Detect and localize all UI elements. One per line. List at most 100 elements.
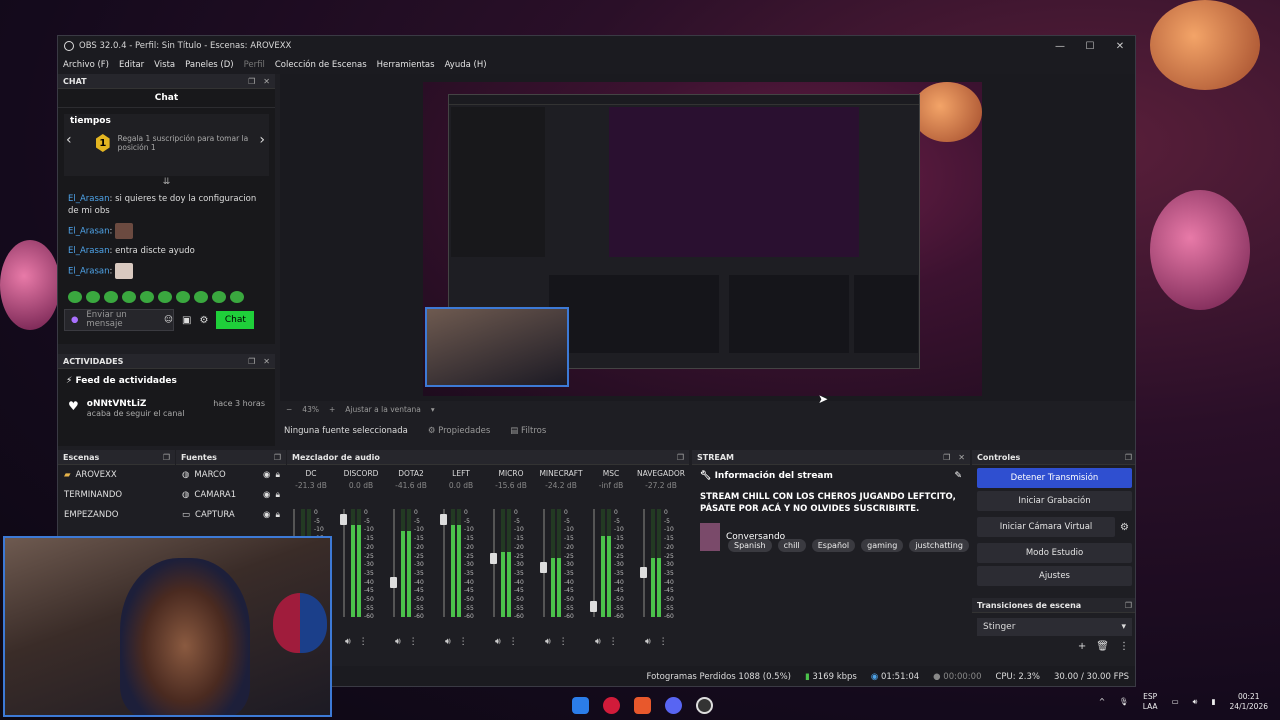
discord-icon[interactable] (665, 696, 682, 714)
fader-handle[interactable] (540, 562, 547, 574)
microphone-icon[interactable]: 🎙︎ (1119, 697, 1129, 707)
menu-vista[interactable]: Vista (154, 60, 175, 70)
fader-handle[interactable] (490, 552, 497, 564)
volume-fader[interactable] (640, 509, 647, 617)
tag[interactable]: Spanish (728, 539, 772, 552)
zoom-in-icon[interactable]: + (329, 405, 335, 414)
chevron-down-icon[interactable]: ▾ (431, 405, 435, 414)
zoom-out-icon[interactable]: − (286, 405, 292, 414)
float-icon[interactable]: ❐ (1125, 453, 1132, 462)
tag[interactable]: chill (777, 539, 806, 552)
youtube-icon[interactable] (603, 696, 620, 714)
menu-coleccion[interactable]: Colección de Escenas (275, 60, 367, 70)
menu-perfil[interactable]: Perfil (244, 60, 265, 70)
volume-fader[interactable] (390, 509, 397, 617)
volume-fader[interactable] (490, 509, 497, 617)
scroll-down-icon[interactable]: ⇊ (58, 177, 275, 187)
start-recording-button[interactable]: Iniciar Grabación (977, 491, 1132, 511)
emote-icon[interactable] (212, 291, 226, 303)
scene-item[interactable]: ▰ AROVEXX (58, 465, 175, 485)
lock-icon[interactable]: 🔒︎ (275, 470, 280, 480)
more-icon[interactable]: ⋮ (359, 637, 368, 647)
tag[interactable]: gaming (861, 539, 904, 552)
float-icon[interactable]: ❐ (163, 453, 170, 462)
speaker-icon[interactable]: 🔊︎ (395, 637, 401, 647)
chevron-left-icon[interactable]: ‹ (66, 132, 72, 148)
lock-icon[interactable]: 🔒︎ (275, 490, 280, 500)
close-icon[interactable]: ✕ (958, 453, 965, 462)
properties-button[interactable]: ⚙ Propiedades (428, 426, 490, 436)
emote-icon[interactable] (194, 291, 208, 303)
virtual-camera-button[interactable]: Iniciar Cámara Virtual (977, 517, 1116, 537)
eye-icon[interactable]: ◉ (263, 510, 270, 520)
emote-icon[interactable] (122, 291, 136, 303)
menu-editar[interactable]: Editar (119, 60, 144, 70)
studio-mode-button[interactable]: Modo Estudio (977, 543, 1132, 563)
emoji-icon[interactable]: ☺ (164, 315, 173, 325)
float-icon[interactable]: ❐ (248, 77, 255, 86)
more-icon[interactable]: ⋮ (559, 637, 568, 647)
fader-handle[interactable] (440, 513, 447, 525)
lock-icon[interactable]: 🔒︎ (275, 510, 280, 520)
scene-item[interactable]: TERMINANDO (58, 485, 175, 505)
float-icon[interactable]: ❐ (677, 453, 684, 462)
stop-stream-button[interactable]: Detener Transmisión (977, 468, 1132, 488)
tag[interactable]: Español (811, 539, 856, 552)
float-icon[interactable]: ❐ (248, 357, 255, 366)
menu-herramientas[interactable]: Herramientas (377, 60, 435, 70)
source-item[interactable]: ◍ CAMARA1 ◉ 🔒︎ (176, 485, 286, 505)
volume-fader[interactable] (590, 509, 597, 617)
program-canvas[interactable] (423, 82, 982, 396)
fader-handle[interactable] (640, 567, 647, 579)
float-icon[interactable]: ❐ (274, 453, 281, 462)
speaker-icon[interactable]: 🔊︎ (545, 637, 551, 647)
source-item[interactable]: ◍ MARCO ◉ 🔒︎ (176, 465, 286, 485)
more-icon[interactable]: ⋮ (1119, 641, 1129, 652)
volume-fader[interactable] (540, 509, 547, 617)
volume-fader[interactable] (340, 509, 347, 617)
speaker-icon[interactable]: 🔊︎ (595, 637, 601, 647)
float-icon[interactable]: ❐ (943, 453, 950, 462)
filters-button[interactable]: ▤ Filtros (510, 426, 546, 436)
clock[interactable]: 00:21 24/1/2026 (1230, 692, 1268, 712)
gift-icon[interactable]: ▣ (182, 315, 191, 326)
speaker-icon[interactable]: 🔊︎ (445, 637, 451, 647)
brave-icon[interactable] (634, 696, 651, 714)
maximize-icon[interactable]: ☐ (1075, 41, 1105, 52)
close-icon[interactable]: ✕ (263, 77, 270, 86)
more-icon[interactable]: ⋮ (509, 637, 518, 647)
speaker-icon[interactable]: 🔊︎ (645, 637, 651, 647)
gear-icon[interactable]: ⚙ (1120, 522, 1129, 533)
tag[interactable]: justchatting (909, 539, 969, 552)
scene-item[interactable]: EMPEZANDO (58, 505, 175, 525)
more-icon[interactable]: ⋮ (609, 637, 618, 647)
chevron-right-icon[interactable]: › (259, 132, 265, 148)
transition-select[interactable]: Stinger ▾ (977, 618, 1132, 636)
fader-handle[interactable] (340, 513, 347, 525)
emote-icon[interactable] (158, 291, 172, 303)
speaker-icon[interactable]: 🔊︎ (345, 637, 351, 647)
battery-icon[interactable]: ▮ (1211, 697, 1215, 707)
edit-icon[interactable]: ✎ (954, 471, 962, 481)
chat-input[interactable]: ● Enviar un mensaje ☺ (64, 309, 174, 331)
emote-icon[interactable] (86, 291, 100, 303)
windows-start-icon[interactable] (572, 696, 589, 714)
language-indicator[interactable]: ESP LAA (1143, 692, 1158, 712)
close-icon[interactable]: ✕ (1105, 41, 1135, 52)
eye-icon[interactable]: ◉ (263, 490, 270, 500)
volume-icon[interactable]: 🔊︎ (1193, 697, 1198, 707)
menu-archivo[interactable]: Archivo (F) (63, 60, 109, 70)
fader-handle[interactable] (590, 601, 597, 613)
float-icon[interactable]: ❐ (1125, 601, 1132, 610)
speaker-icon[interactable]: 🔊︎ (495, 637, 501, 647)
fader-handle[interactable] (390, 576, 397, 588)
add-icon[interactable]: + (1078, 641, 1086, 652)
emote-icon[interactable] (140, 291, 154, 303)
menu-ayuda[interactable]: Ayuda (H) (445, 60, 487, 70)
more-icon[interactable]: ⋮ (409, 637, 418, 647)
network-icon[interactable]: ▭ (1172, 697, 1179, 707)
obs-icon[interactable] (696, 696, 713, 714)
eye-icon[interactable]: ◉ (263, 470, 270, 480)
preview-area[interactable]: ➤ (280, 74, 1135, 406)
settings-button[interactable]: Ajustes (977, 566, 1132, 586)
